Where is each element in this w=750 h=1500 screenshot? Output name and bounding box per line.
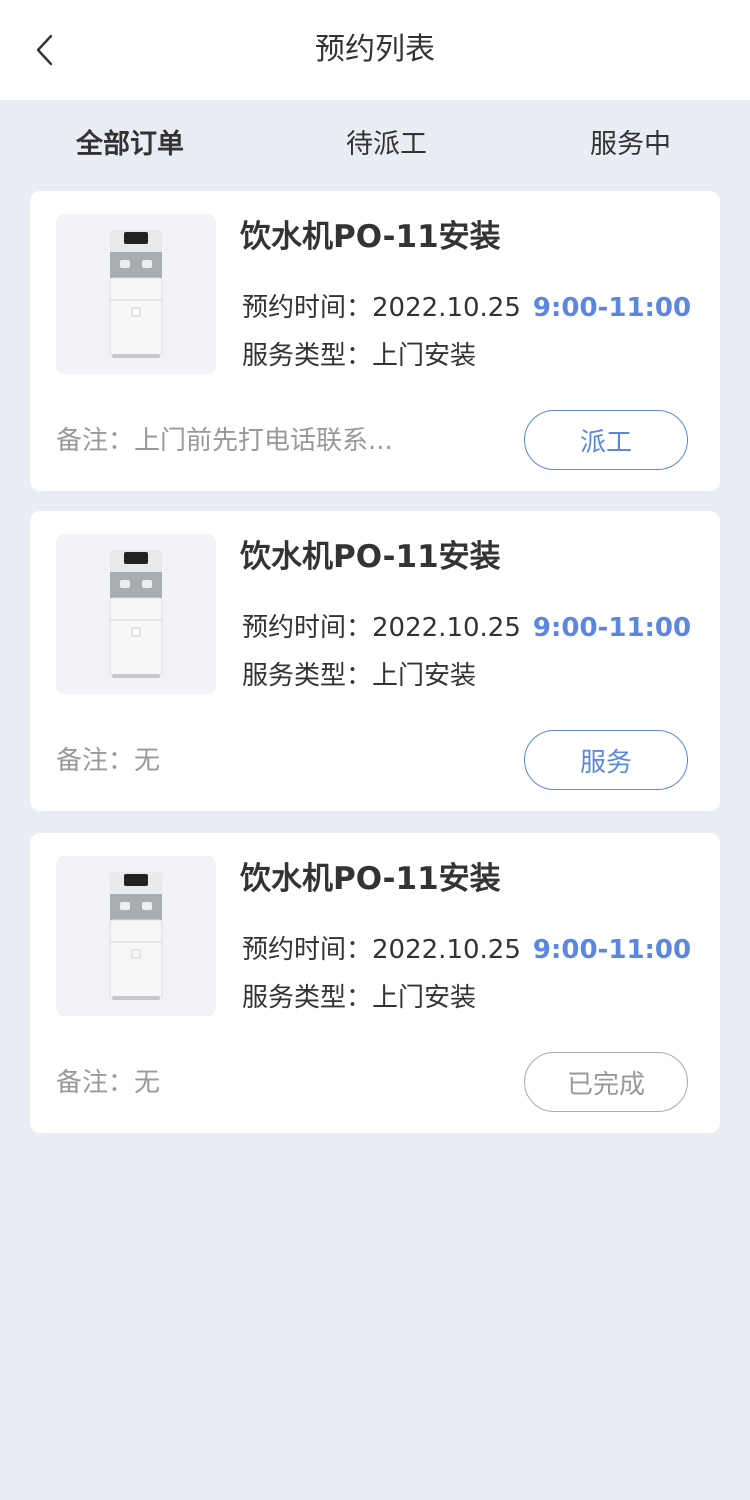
dispatch-button[interactable]: 派工: [524, 410, 688, 470]
water-dispenser-icon: [109, 550, 163, 678]
tab-all-orders[interactable]: 全部订单: [76, 126, 184, 164]
service-type: 服务类型：上门安装: [242, 657, 476, 695]
appointment-time-range: 9:00-11:00: [532, 613, 692, 643]
time-label: 预约时间：: [242, 613, 373, 643]
appointment-time: 预约时间：2022.10.25 9:00-11:00: [242, 931, 691, 969]
header-bar: 预约列表: [0, 0, 750, 100]
appointment-date: 2022.10.25: [372, 293, 521, 323]
service-type-value: 上门安装: [372, 661, 477, 691]
order-filter-tabs: 全部订单 待派工 服务中: [0, 100, 750, 190]
appointment-time-range: 9:00-11:00: [532, 935, 692, 965]
product-image: [56, 214, 216, 374]
service-button[interactable]: 服务: [524, 730, 688, 790]
service-type-value: 上门安装: [372, 341, 477, 371]
order-title: 饮水机PO-11安装: [240, 539, 501, 575]
type-label: 服务类型：: [242, 341, 373, 371]
time-label: 预约时间：: [242, 935, 373, 965]
appointment-time: 预约时间：2022.10.25 9:00-11:00: [242, 289, 691, 327]
appointment-time: 预约时间：2022.10.25 9:00-11:00: [242, 609, 691, 647]
service-type: 服务类型：上门安装: [242, 979, 476, 1017]
completed-button[interactable]: 已完成: [524, 1052, 688, 1112]
tab-pending-dispatch[interactable]: 待派工: [346, 126, 427, 164]
appointment-date: 2022.10.25: [372, 935, 521, 965]
water-dispenser-icon: [109, 230, 163, 358]
page-title: 预约列表: [315, 32, 435, 67]
order-card[interactable]: 饮水机PO-11安装 预约时间：2022.10.25 9:00-11:00 服务类…: [30, 511, 720, 811]
water-dispenser-icon: [109, 872, 163, 1000]
order-remark: 备注：上门前先打电话联系...: [56, 426, 393, 456]
order-title: 饮水机PO-11安装: [240, 861, 501, 897]
time-label: 预约时间：: [242, 293, 373, 323]
order-card[interactable]: 饮水机PO-11安装 预约时间：2022.10.25 9:00-11:00 服务类…: [30, 833, 720, 1133]
order-remark: 备注：无: [56, 746, 161, 776]
product-image: [56, 856, 216, 1016]
type-label: 服务类型：: [242, 661, 373, 691]
tab-in-service[interactable]: 服务中: [590, 126, 671, 164]
order-card[interactable]: 饮水机PO-11安装 预约时间：2022.10.25 9:00-11:00 服务类…: [30, 191, 720, 491]
service-type-value: 上门安装: [372, 983, 477, 1013]
order-title: 饮水机PO-11安装: [240, 219, 501, 255]
product-image: [56, 534, 216, 694]
appointment-date: 2022.10.25: [372, 613, 521, 643]
type-label: 服务类型：: [242, 983, 373, 1013]
order-remark: 备注：无: [56, 1068, 161, 1098]
service-type: 服务类型：上门安装: [242, 337, 476, 375]
appointment-time-range: 9:00-11:00: [532, 293, 692, 323]
